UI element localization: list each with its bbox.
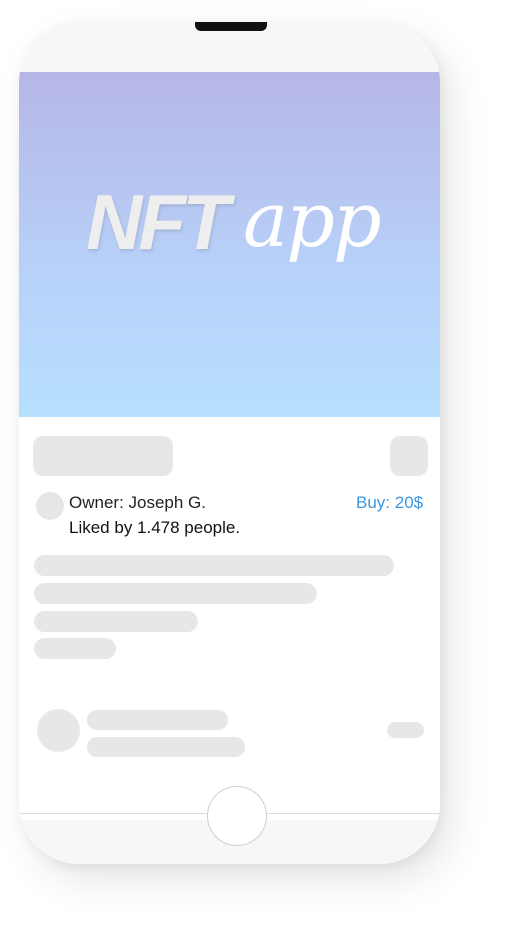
comment-action-placeholder [387, 722, 424, 738]
description-line-placeholder [34, 555, 394, 576]
comment-line-placeholder [87, 710, 228, 730]
logo-app-text: app [243, 175, 382, 264]
logo-nft-text: NFT [86, 178, 230, 266]
owner-avatar[interactable] [36, 492, 64, 520]
comment-line-placeholder [87, 737, 245, 757]
buy-link[interactable]: Buy: 20$ [356, 493, 423, 513]
phone-frame: NFT app Owner: Joseph G. Liked by 1.478 … [19, 22, 440, 864]
likes-label: Liked by 1.478 people. [69, 518, 241, 537]
owner-label: Owner: Joseph G. [69, 493, 207, 512]
app-logo: NFT app [81, 167, 382, 287]
app-screen: NFT app Owner: Joseph G. Liked by 1.478 … [19, 72, 440, 820]
description-line-placeholder [34, 611, 198, 632]
action-placeholder[interactable] [390, 436, 428, 476]
description-line-placeholder [34, 638, 116, 659]
phone-notch [195, 22, 267, 31]
nft-hero-image[interactable]: NFT app [19, 72, 440, 417]
home-button[interactable] [207, 786, 267, 846]
description-line-placeholder [34, 583, 317, 604]
title-placeholder [33, 436, 173, 476]
comment-avatar-placeholder [37, 709, 80, 752]
